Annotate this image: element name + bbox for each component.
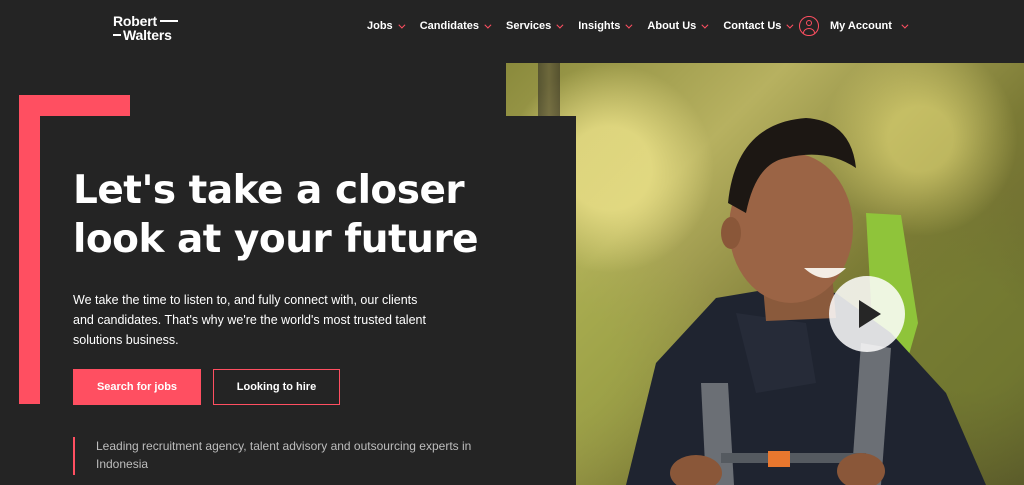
hiker-photo [626,118,986,485]
nav-services-label: Services [505,20,552,32]
logo-word-1: Robert [113,13,157,29]
play-icon [859,300,881,328]
nav-contact-us-label: Contact Us [723,20,782,32]
nav-services[interactable]: Services [505,20,564,32]
chevron-down-icon [701,21,709,29]
chevron-down-icon [786,21,794,29]
hero-headline: Let's take a closer look at your future [73,168,479,262]
chevron-down-icon [901,21,909,29]
nav-contact-us[interactable]: Contact Us [723,20,794,32]
logo-dash [159,20,178,22]
nav-jobs[interactable]: Jobs [367,20,406,32]
hero-tagline: Leading recruitment agency, talent advis… [73,437,513,475]
my-account-menu[interactable]: My Account [799,16,909,36]
hero-video-thumbnail[interactable] [506,63,1024,485]
accent-bar-left [19,95,40,404]
main-nav: Jobs Candidates Services Insights About … [367,20,808,32]
nav-about-us-label: About Us [647,20,697,32]
nav-about-us[interactable]: About Us [647,20,709,32]
my-account-label: My Account [830,20,892,32]
chevron-down-icon [556,21,564,29]
nav-insights[interactable]: Insights [578,20,633,32]
chevron-down-icon [625,21,633,29]
hero-intro: We take the time to listen to, and fully… [73,293,426,347]
looking-to-hire-button[interactable]: Looking to hire [213,369,340,405]
logo-dash [113,34,121,36]
nav-insights-label: Insights [578,20,621,32]
robert-walters-logo[interactable]: Robert Walters [113,14,178,42]
nav-candidates-label: Candidates [419,20,479,32]
site-header: Robert Walters Jobs Candidates Services … [0,0,1024,62]
user-circle-icon [799,16,819,36]
chevron-down-icon [398,21,406,29]
search-for-jobs-button[interactable]: Search for jobs [73,369,201,405]
play-video-button[interactable] [829,276,905,352]
nav-jobs-label: Jobs [367,20,393,32]
logo-word-2: Walters [123,27,172,43]
nav-candidates[interactable]: Candidates [419,20,492,32]
chevron-down-icon [484,21,492,29]
